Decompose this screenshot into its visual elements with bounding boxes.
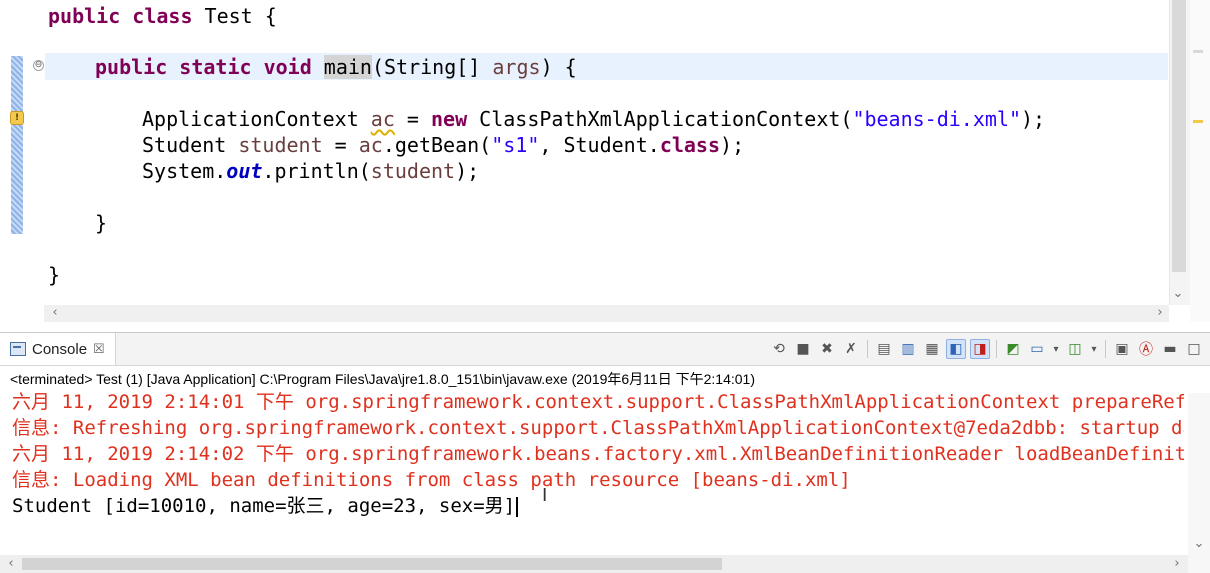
chevron-left-icon[interactable]: ‹ bbox=[4, 557, 18, 571]
editor-horizontal-scrollbar[interactable] bbox=[44, 305, 1169, 322]
code-line-main-decl[interactable]: public static void main(String[] args) { bbox=[95, 54, 577, 80]
code-line-context[interactable]: ApplicationContext ac = new ClassPathXml… bbox=[142, 106, 1045, 132]
code-line-class-decl[interactable]: public class Test { bbox=[48, 3, 277, 29]
minimize-icon[interactable]: ▬ bbox=[1160, 339, 1180, 359]
code-text: .getBean( bbox=[382, 133, 492, 157]
code-text: ); bbox=[720, 133, 745, 157]
maximize-icon[interactable]: □ bbox=[1184, 339, 1204, 359]
code-text: ); bbox=[1021, 107, 1046, 131]
chevron-left-icon[interactable]: ‹ bbox=[48, 306, 62, 320]
fold-collapse-icon[interactable]: ⊖ bbox=[33, 60, 44, 71]
warning-icon[interactable]: ! bbox=[10, 111, 24, 125]
code-text: Student bbox=[142, 133, 239, 157]
toolbar-separator bbox=[996, 340, 997, 358]
tab-console[interactable]: Console ☒ bbox=[0, 333, 116, 365]
display-console-icon[interactable]: ▭ bbox=[1027, 339, 1047, 359]
code-editor[interactable]: ⊖ ! public class Test { public static vo… bbox=[0, 0, 1210, 322]
overview-mark[interactable] bbox=[1193, 50, 1203, 53]
code-text: (String[] bbox=[371, 55, 493, 79]
variable-ac: ac bbox=[370, 107, 395, 131]
editor-scroll-thumb[interactable] bbox=[1172, 0, 1186, 272]
code-text: System. bbox=[142, 159, 227, 183]
static-field-out: out bbox=[226, 159, 263, 183]
change-marker bbox=[11, 56, 23, 234]
overview-warning-mark[interactable] bbox=[1193, 120, 1203, 123]
console-output-line: 信息: Loading XML bean definitions from cl… bbox=[12, 469, 851, 491]
clear-console-icon[interactable]: ▦ bbox=[922, 339, 942, 359]
console-output-line: 六月 11, 2019 2:14:01 下午 org.springframewo… bbox=[12, 391, 1184, 413]
console-output-line: 六月 11, 2019 2:14:02 下午 org.springframewo… bbox=[12, 443, 1184, 465]
chevron-right-icon[interactable]: › bbox=[1153, 306, 1167, 320]
toolbar-separator bbox=[867, 340, 868, 358]
code-text: ApplicationContext bbox=[142, 107, 371, 131]
student-output: Student [id=10010, name=张三, age=23, sex=… bbox=[12, 495, 516, 517]
console-output-line[interactable]: Student [id=10010, name=张三, age=23, sex=… bbox=[12, 493, 1184, 519]
terminate-icon[interactable]: ■ bbox=[793, 339, 813, 359]
console-scroll-thumb[interactable] bbox=[22, 558, 722, 570]
code-line-close-class[interactable]: } bbox=[48, 262, 60, 288]
close-icon[interactable]: ☒ bbox=[93, 341, 105, 357]
chevron-down-icon[interactable]: ⌄ bbox=[1171, 287, 1185, 301]
new-console-view-icon[interactable]: ▣ bbox=[1112, 339, 1132, 359]
keyword: public static void bbox=[95, 55, 312, 79]
code-text: ); bbox=[455, 159, 480, 183]
console-tabbar: Console ☒ ⟲ ■ ✖ ✗ ▤ ▥ ▦ ◧ ◨ ◩ ▭ ▾ ◫ ▾ ▣ … bbox=[0, 333, 1210, 366]
open-console-icon[interactable]: ◫ bbox=[1065, 339, 1085, 359]
chevron-down-icon[interactable]: ▾ bbox=[1089, 339, 1099, 359]
remove-launch-icon[interactable]: ✖ bbox=[817, 339, 837, 359]
pin-icon[interactable]: ⟲ bbox=[769, 339, 789, 359]
ant-icon[interactable]: Ⓐ bbox=[1136, 339, 1156, 359]
parameter-name: args bbox=[492, 55, 541, 79]
code-text: ) { bbox=[540, 55, 577, 79]
console-icon bbox=[10, 342, 26, 356]
keyword: public class bbox=[48, 4, 193, 28]
tab-console-label: Console bbox=[32, 340, 88, 358]
code-text: ClassPathXmlApplicationContext( bbox=[467, 107, 853, 131]
chevron-down-icon[interactable]: ▾ bbox=[1051, 339, 1061, 359]
keyword: new bbox=[431, 107, 468, 131]
process-status: <terminated> Test (1) [Java Application]… bbox=[10, 371, 755, 387]
variable-student-ref: student bbox=[370, 159, 456, 183]
string-literal: "s1" bbox=[491, 133, 540, 157]
mouse-cursor-icon: I bbox=[542, 485, 548, 506]
console-view: Console ☒ ⟲ ■ ✖ ✗ ▤ ▥ ▦ ◧ ◨ ◩ ▭ ▾ ◫ ▾ ▣ … bbox=[0, 332, 1210, 573]
code-line-getbean[interactable]: Student student = ac.getBean("s1", Stude… bbox=[142, 132, 744, 158]
word-wrap-icon[interactable]: ▥ bbox=[898, 339, 918, 359]
code-text: = bbox=[322, 133, 359, 157]
code-text: , Student. bbox=[539, 133, 660, 157]
toolbar-separator bbox=[1105, 340, 1106, 358]
code-text: Test { bbox=[192, 4, 277, 28]
method-name: main bbox=[323, 55, 372, 79]
code-line-println[interactable]: System.out.println(student); bbox=[142, 158, 479, 184]
show-stdout-icon[interactable]: ◧ bbox=[946, 339, 966, 359]
variable-student: student bbox=[238, 133, 323, 157]
text-caret bbox=[516, 496, 519, 517]
console-toolbar: ⟲ ■ ✖ ✗ ▤ ▥ ▦ ◧ ◨ ◩ ▭ ▾ ◫ ▾ ▣ Ⓐ ▬ □ bbox=[769, 337, 1204, 361]
console-output-line: 信息: Refreshing org.springframework.conte… bbox=[12, 417, 1184, 439]
pin-console-icon[interactable]: ◩ bbox=[1003, 339, 1023, 359]
code-text: .println( bbox=[262, 159, 371, 183]
keyword: class bbox=[659, 133, 721, 157]
show-stderr-icon[interactable]: ◨ bbox=[970, 339, 990, 359]
chevron-right-icon[interactable]: › bbox=[1170, 557, 1184, 571]
string-literal: "beans-di.xml" bbox=[852, 107, 1022, 131]
scroll-lock-icon[interactable]: ▤ bbox=[874, 339, 894, 359]
chevron-down-icon[interactable]: ⌄ bbox=[1192, 537, 1206, 551]
code-text: = bbox=[394, 107, 431, 131]
overview-ruler[interactable] bbox=[1190, 0, 1210, 322]
code-line-close-method[interactable]: } bbox=[95, 210, 107, 236]
remove-all-terminated-icon[interactable]: ✗ bbox=[841, 339, 861, 359]
variable-ac-ref: ac bbox=[358, 133, 383, 157]
